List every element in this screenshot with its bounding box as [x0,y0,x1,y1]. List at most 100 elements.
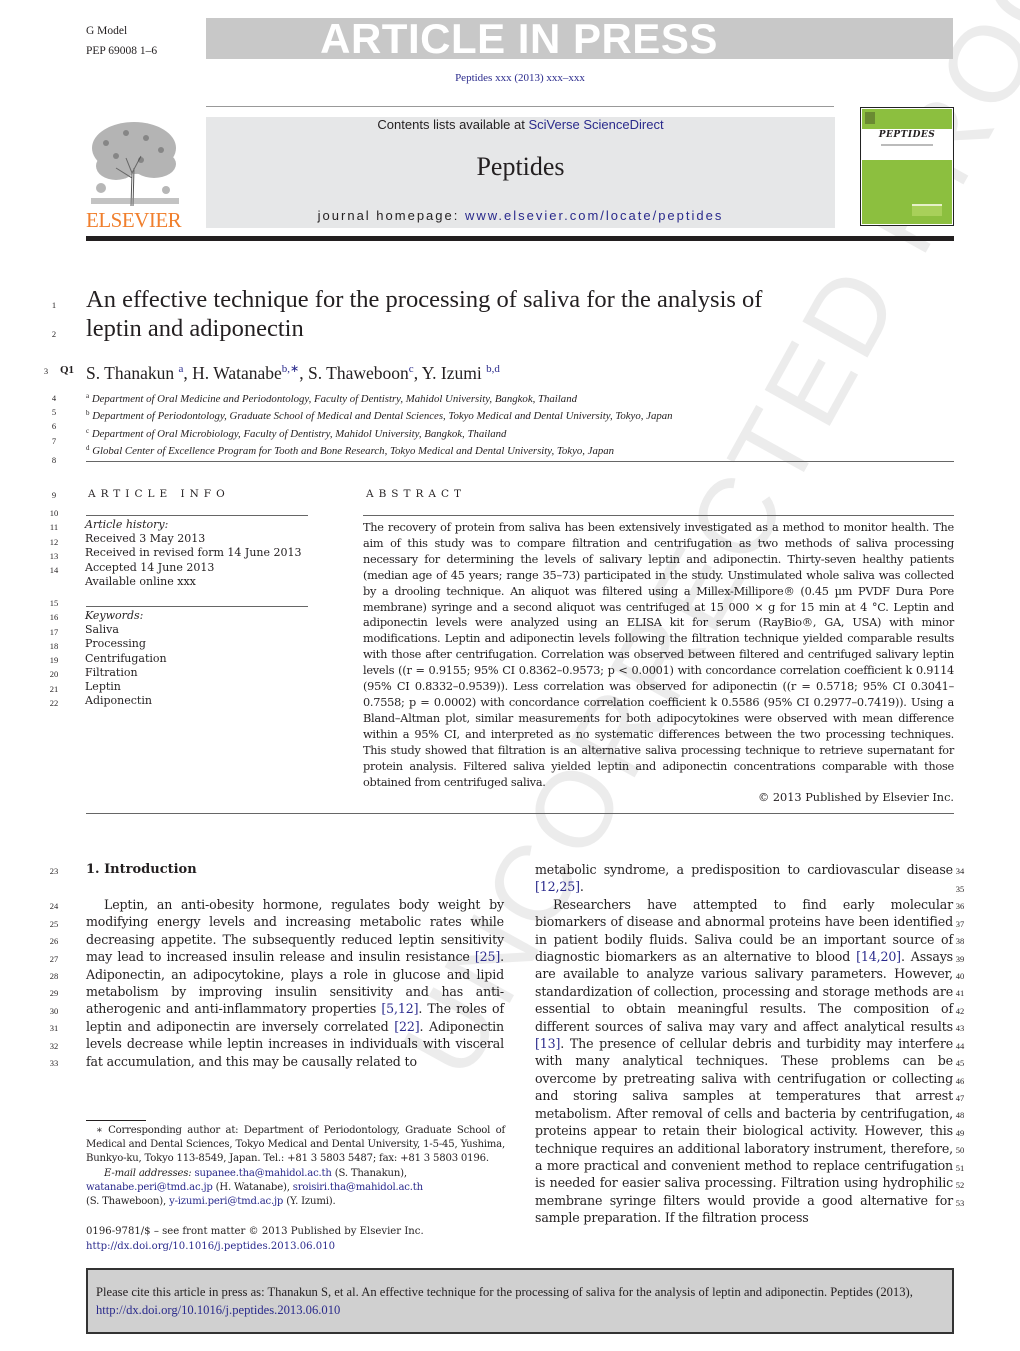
abstract-end-divider [86,813,954,814]
line-number: 41 [955,988,965,998]
line-number: 32 [49,1041,59,1051]
abstract-copyright: © 2013 Published by Elsevier Inc. [757,791,954,804]
cover-sciencedirect-icon [912,204,942,216]
author-name[interactable]: S. Thaweboon [308,363,409,383]
abstract-heading: ABSTRACT [366,488,467,500]
model-line-2: PEP 69008 1–6 [86,45,158,57]
affiliation-item: d Global Center of Excellence Program fo… [86,441,673,458]
keywords-label: Keywords: [85,609,144,622]
line-number: 3 [43,366,49,376]
journal-reference: Peptides xxx (2013) xxx–xxx [455,72,585,84]
text-run: . The presence of cellular debris and tu… [535,1036,953,1226]
email-link[interactable]: watanabe.peri@tmd.ac.jp [86,1182,213,1193]
contents-line: Contents lists available at SciVerse Sci… [206,117,835,133]
line-number: 35 [955,884,965,894]
line-number: 37 [955,919,965,929]
line-number: 52 [955,1180,965,1190]
corresponding-author-text: ∗ Corresponding author at: Department of… [86,1125,505,1165]
front-matter-info: 0196-9781/$ – see front matter © 2013 Pu… [86,1225,505,1255]
history-item: Received 3 May 2013 [85,532,206,546]
author-list: S. Thanakun a, H. Watanabeb,∗, S. Thaweb… [86,363,500,383]
keyword: Leptin [85,680,121,694]
article-in-press-label: ARTICLE IN PRESS [320,15,718,62]
citation-link[interactable]: [5,12] [381,1001,418,1016]
citation-link[interactable]: [22] [394,1019,419,1034]
author-name[interactable]: H. Watanabe [192,363,282,383]
cover-bottom-band [862,160,952,224]
line-number: 22 [49,698,59,708]
contents-prefix: Contents lists available at [377,117,529,132]
email-link[interactable]: supanee.tha@mahidol.ac.th [195,1168,332,1179]
email-link[interactable]: sroisiri.tha@mahidol.ac.th [293,1182,423,1193]
issn-line: 0196-9781/$ – see front matter © 2013 Pu… [86,1226,424,1237]
line-number: 30 [49,1006,59,1016]
line-number: 40 [955,971,965,981]
affiliation-item: a Department of Oral Medicine and Period… [86,389,673,406]
article-info-heading: ARTICLE INFO [88,488,230,500]
line-number: 5 [51,407,57,417]
affiliation-divider [86,461,954,462]
header-bottom-rule [86,236,954,241]
journal-homepage-link[interactable]: www.elsevier.com/locate/peptides [465,208,723,223]
line-number: 34 [955,866,965,876]
line-number: 47 [955,1093,965,1103]
line-number: 48 [955,1110,965,1120]
body-column-left: Leptin, an anti-obesity hormone, regulat… [86,896,504,1070]
line-number: 45 [955,1058,965,1068]
model-info: G Model PEP 69008 1–6 [86,21,157,61]
text-run: Leptin, an anti-obesity hormone, regulat… [86,897,504,965]
doi-link[interactable]: http://dx.doi.org/10.1016/j.peptides.201… [86,1241,335,1252]
line-number: 24 [49,901,59,911]
line-number: 36 [955,901,965,911]
model-line-1: G Model [86,25,128,37]
introduction-heading: 1. Introduction [86,862,197,877]
line-number: 27 [49,954,59,964]
title-line-2: leptin and adiponectin [86,315,304,342]
author-name[interactable]: S. Thanakun [86,363,174,383]
email-link[interactable]: y-izumi.peri@tmd.ac.jp [169,1196,283,1207]
author-affiliation-sup[interactable]: c [409,363,414,375]
email-owner: (S. Thaweboon), [86,1196,167,1208]
line-number: 2 [51,329,57,339]
cover-top-band [862,109,952,129]
author-affiliation-sup[interactable]: a [179,363,184,375]
affiliation-item: c Department of Oral Microbiology, Facul… [86,424,673,441]
email-owner: (H. Watanabe), [215,1181,290,1193]
affiliation-text: Department of Periodontology, Graduate S… [92,410,673,423]
title-line-1: An effective technique for the processin… [86,286,763,313]
keyword: Centrifugation [85,651,167,665]
line-number: 26 [49,936,59,946]
body-column-right: metabolic syndrome, a predisposition to … [535,861,953,1227]
citation-link[interactable]: [14,20] [856,949,901,964]
citation-text: Please cite this article in press as: Th… [96,1283,944,1319]
sciencedirect-link[interactable]: SciVerse ScienceDirect [528,117,663,132]
line-number: 15 [49,598,59,608]
email-owner: (S. Thanakun), [334,1167,407,1179]
author-affiliation-sup[interactable]: b,∗ [282,363,299,375]
citation-link[interactable]: [13] [535,1036,560,1051]
citation-prefix: Please cite this article in press as: Th… [96,1285,913,1299]
citation-doi-link[interactable]: http://dx.doi.org/10.1016/j.peptides.201… [96,1303,340,1317]
line-number: 9 [51,490,57,500]
author-name[interactable]: Y. Izumi [422,363,482,383]
affiliation-text: Department of Oral Microbiology, Faculty… [91,427,507,440]
citation-link[interactable]: [25] [475,949,500,964]
history-item: Available online xxx [85,574,196,588]
article-info-divider [86,515,308,516]
homepage-prefix: journal homepage: [317,208,465,223]
query-marker: Q1 [60,364,75,376]
citation-box: Please cite this article in press as: Th… [86,1268,954,1334]
line-number: 17 [49,627,59,637]
keywords: Keywords: Saliva Processing Centrifugati… [85,609,167,708]
email-owner: (Y. Izumi). [286,1196,336,1208]
line-number: 33 [49,1058,59,1068]
line-number: 50 [955,1145,965,1155]
affiliation-label: a [86,392,90,400]
journal-homepage-line: journal homepage: www.elsevier.com/locat… [206,208,835,223]
email-label: E-mail addresses: [104,1167,192,1179]
cover-title: PEPTIDES [878,130,936,140]
history-label: Article history: [85,518,169,531]
citation-link[interactable]: [12,25] [535,879,580,894]
author-affiliation-sup[interactable]: b,d [486,363,500,375]
line-number: 51 [955,1163,965,1173]
